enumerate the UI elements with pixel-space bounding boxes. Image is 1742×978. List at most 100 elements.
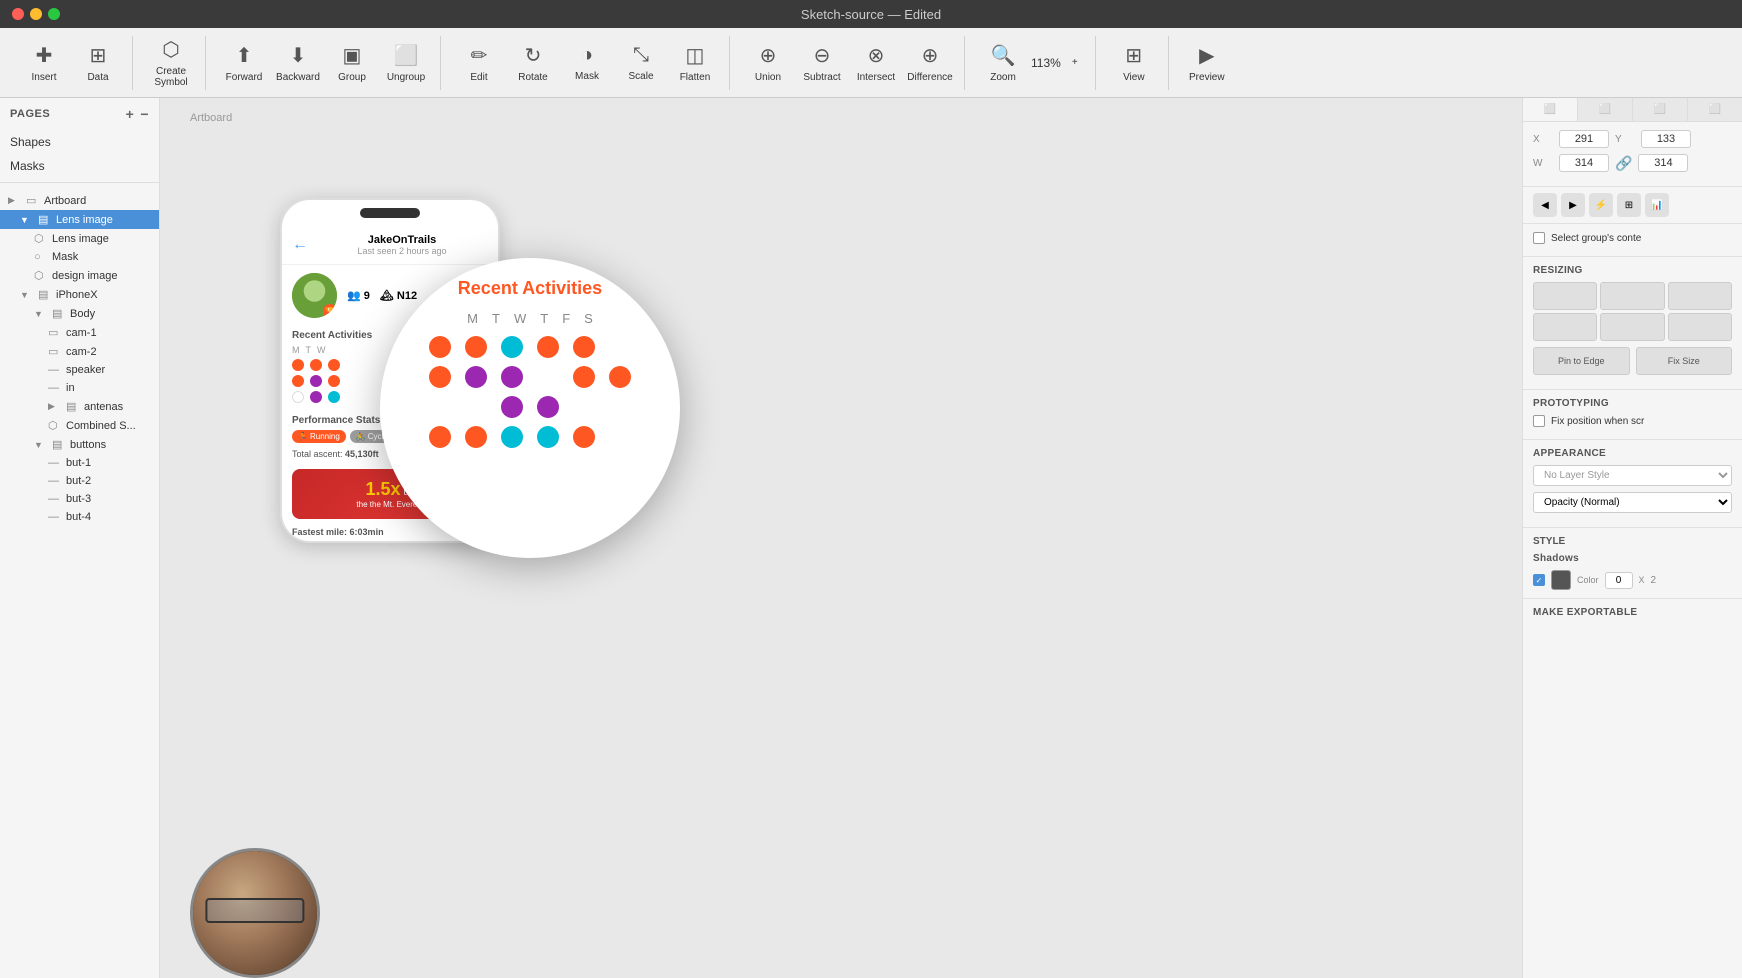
layer-iphonex[interactable]: ▼ ▤ iPhoneX	[0, 285, 159, 304]
create-symbol-button[interactable]: ⬡ Create Symbol	[145, 36, 197, 90]
panel-tab-align-right[interactable]: ⬜	[1633, 98, 1688, 121]
scale-button[interactable]: ⤡ Scale	[615, 36, 667, 90]
y-input[interactable]	[1641, 130, 1691, 148]
layer-buttons[interactable]: ▼ ▤ buttons	[0, 435, 159, 454]
flatten-icon: ◫	[686, 43, 705, 68]
resize-btn-3[interactable]	[1668, 282, 1732, 310]
resize-btn-5[interactable]	[1600, 313, 1664, 341]
w-input[interactable]	[1559, 154, 1609, 172]
pin-to-edge-btn[interactable]: Pin to Edge	[1533, 347, 1630, 375]
select-group-checkbox[interactable]	[1533, 232, 1545, 244]
x-input[interactable]	[1559, 130, 1609, 148]
layer-lens-image[interactable]: ⬡ Lens image	[0, 229, 159, 248]
zdot-3-4	[537, 396, 559, 418]
page-masks[interactable]: Masks	[0, 154, 159, 178]
forward-button[interactable]: ⬆ Forward	[218, 36, 270, 90]
style-title: STYLE	[1533, 536, 1732, 547]
minimize-button[interactable]	[30, 8, 42, 20]
chevron-down-body-icon: ▼	[34, 309, 48, 319]
chevron-down-iphone-icon: ▼	[20, 290, 34, 300]
stat-followers: 👥 9	[347, 289, 370, 302]
zoom-plus-button[interactable]: +	[1063, 36, 1087, 90]
layer-design-image[interactable]: ⬡ design image	[0, 266, 159, 285]
insert-button[interactable]: ✚ Insert	[18, 36, 70, 90]
nav-back-btn[interactable]: ◀	[1533, 193, 1557, 217]
mask-button[interactable]: ◑ Mask	[561, 36, 613, 90]
layer-style-dropdown[interactable]: No Layer Style	[1533, 465, 1732, 486]
add-page-button[interactable]: +	[126, 106, 135, 122]
panel-tab-distribute[interactable]: ⬜	[1688, 98, 1742, 121]
intersect-button[interactable]: ⊗ Intersect	[850, 36, 902, 90]
back-arrow-icon: ←	[292, 236, 308, 254]
shadow-color-swatch[interactable]	[1551, 570, 1571, 590]
layer-in[interactable]: — in	[0, 379, 159, 397]
zoom-button[interactable]: 🔍 Zoom	[977, 36, 1029, 90]
nav-lightning-btn[interactable]: ⚡	[1589, 193, 1613, 217]
nav-chart-btn[interactable]: 📊	[1645, 193, 1669, 217]
layer-but1[interactable]: — but-1	[0, 454, 159, 472]
layer-but2[interactable]: — but-2	[0, 472, 159, 490]
distribute-icon: ⬜	[1709, 104, 1721, 115]
zoom-row-1	[429, 336, 631, 358]
maximize-button[interactable]	[48, 8, 60, 20]
ungroup-button[interactable]: ⬜ Ungroup	[380, 36, 432, 90]
close-button[interactable]	[12, 8, 24, 20]
fix-size-btn[interactable]: Fix Size	[1636, 347, 1733, 375]
fix-position-checkbox[interactable]	[1533, 415, 1545, 427]
difference-button[interactable]: ⊕ Difference	[904, 36, 956, 90]
layer-cam2[interactable]: ▭ cam-2	[0, 342, 159, 361]
mask-icon: ◑	[581, 44, 593, 67]
shadows-title: Shadows	[1533, 553, 1732, 564]
ungroup-icon: ⬜	[394, 43, 419, 68]
forward-icon: ⬆	[236, 43, 253, 68]
in-icon: —	[48, 382, 62, 394]
layer-but4[interactable]: — but-4	[0, 508, 159, 526]
resize-btn-4[interactable]	[1533, 313, 1597, 341]
face-glasses	[205, 898, 304, 923]
union-button[interactable]: ⊕ Union	[742, 36, 794, 90]
panel-tab-align-left[interactable]: ⬜	[1523, 98, 1578, 121]
layer-mask[interactable]: ○ Mask	[0, 248, 159, 266]
layer-cam1[interactable]: ▭ cam-1	[0, 323, 159, 342]
rotate-label: Rotate	[518, 72, 547, 83]
resize-btn-2[interactable]	[1600, 282, 1664, 310]
shadow-x-input[interactable]	[1605, 572, 1633, 589]
data-icon: ⊞	[90, 43, 107, 68]
opacity-dropdown[interactable]: Opacity (Normal)	[1533, 492, 1732, 513]
layer-but3[interactable]: — but-3	[0, 490, 159, 508]
layer-combined-s[interactable]: ⬡ Combined S...	[0, 416, 159, 435]
resize-btn-6[interactable]	[1668, 313, 1732, 341]
dot-5	[310, 375, 322, 387]
flatten-button[interactable]: ◫ Flatten	[669, 36, 721, 90]
view-button[interactable]: ⊞ View	[1108, 36, 1160, 90]
preview-button[interactable]: ▶ Preview	[1181, 36, 1233, 90]
canvas[interactable]: Artboard ← JakeOnTrails Last seen 2 hour…	[160, 98, 1522, 978]
edit-button[interactable]: ✏ Edit	[453, 36, 505, 90]
subtract-button[interactable]: ⊖ Subtract	[796, 36, 848, 90]
layer-body[interactable]: ▼ ▤ Body	[0, 304, 159, 323]
page-shapes[interactable]: Shapes	[0, 130, 159, 154]
dot-1	[292, 359, 304, 371]
preview-label: Preview	[1189, 72, 1225, 83]
zoom-day-headers: MTWTFS	[467, 311, 593, 326]
layer-speaker[interactable]: — speaker	[0, 361, 159, 379]
group-button[interactable]: ▣ Group	[326, 36, 378, 90]
shadow-enable-checkbox[interactable]: ✓	[1533, 574, 1545, 586]
layer-antenas[interactable]: ▶ ▤ antenas	[0, 397, 159, 416]
nav-grid-btn[interactable]: ⊞	[1617, 193, 1641, 217]
collapse-pages-button[interactable]: −	[140, 106, 149, 122]
resize-btn-1[interactable]	[1533, 282, 1597, 310]
backward-button[interactable]: ⬇ Backward	[272, 36, 324, 90]
data-button[interactable]: ⊞ Data	[72, 36, 124, 90]
layer-lens-image-group[interactable]: ▼ ▤ Lens image	[0, 210, 159, 229]
panel-tab-align-center[interactable]: ⬜	[1578, 98, 1633, 121]
rotate-button[interactable]: ↻ Rotate	[507, 36, 559, 90]
chevron-down-buttons-icon: ▼	[34, 440, 48, 450]
view-label: View	[1123, 72, 1145, 83]
layer-artboard[interactable]: ▶ ▭ Artboard	[0, 191, 159, 210]
resizing-section: RESIZING Pin to Edge Fix Size	[1523, 257, 1742, 390]
zoom-icon: 🔍	[991, 43, 1016, 68]
h-input[interactable]	[1638, 154, 1688, 172]
symbol-group: ⬡ Create Symbol	[137, 36, 206, 90]
nav-forward-btn[interactable]: ▶	[1561, 193, 1585, 217]
